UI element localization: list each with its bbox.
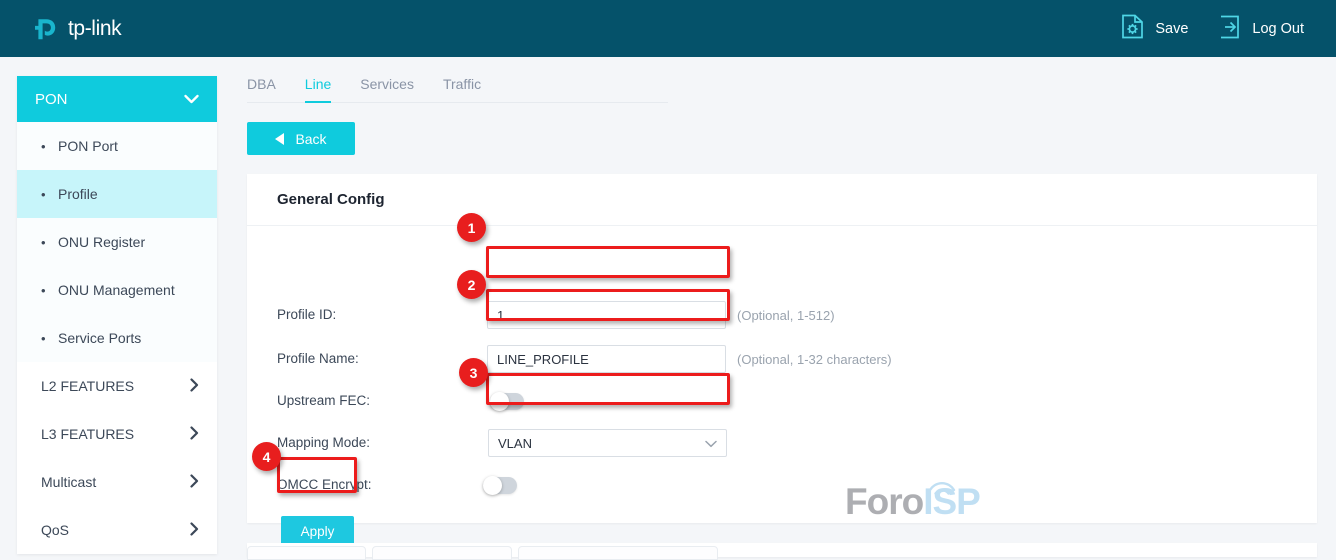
- save-document-gear-icon: [1121, 14, 1144, 43]
- sidebar-group-label: L3 FEATURES: [41, 426, 134, 442]
- general-config-card: General Config Profile ID: (Optional, 1-…: [247, 174, 1317, 523]
- field-row-profile-name: Profile Name: (Optional, 1-32 characters…: [247, 346, 1317, 372]
- config-form: Profile ID: (Optional, 1-512) Profile Na…: [247, 226, 1317, 523]
- profile-id-hint: (Optional, 1-512): [737, 302, 835, 330]
- sidebar-group-qos[interactable]: QoS: [17, 506, 217, 554]
- bullet-icon: •: [41, 140, 51, 153]
- bottom-chip-3[interactable]: [518, 546, 718, 560]
- sidebar-group-label: L2 FEATURES: [41, 378, 134, 394]
- chevron-right-icon: [190, 522, 199, 539]
- chevron-right-icon: [190, 378, 199, 395]
- chevron-right-icon: [190, 426, 199, 443]
- sidebar-item-service-ports[interactable]: • Service Ports: [17, 314, 217, 362]
- toggle-knob-icon: [483, 476, 502, 495]
- sidebar-item-label: PON Port: [58, 138, 118, 154]
- sidebar-item-label: ONU Register: [58, 234, 145, 250]
- upstream-fec-toggle[interactable]: [490, 393, 524, 410]
- sidebar-item-label: Service Ports: [58, 330, 141, 346]
- sidebar-item-onu-management[interactable]: • ONU Management: [17, 266, 217, 314]
- back-button[interactable]: Back: [247, 122, 355, 155]
- field-row-upstream-fec: Upstream FEC:: [247, 388, 1317, 414]
- sidebar-section-pon[interactable]: PON: [17, 76, 217, 122]
- apply-button[interactable]: Apply: [281, 516, 354, 546]
- tplink-logo-icon: [33, 15, 61, 43]
- logout-button[interactable]: Log Out: [1218, 15, 1304, 43]
- main-content: DBA Line Services Traffic Back General C…: [247, 70, 1319, 523]
- tab-dba[interactable]: DBA: [247, 76, 276, 103]
- back-label: Back: [295, 131, 326, 147]
- field-row-omcc-encrypt: OMCC Encrypt:: [247, 472, 1317, 498]
- triangle-left-icon: [275, 133, 284, 145]
- sidebar-item-label: Profile: [58, 186, 98, 202]
- bullet-icon: •: [41, 236, 51, 249]
- annotation-badge-4: 4: [252, 442, 281, 471]
- profile-name-input[interactable]: [487, 345, 726, 373]
- sidebar-group-label: QoS: [41, 522, 69, 538]
- sidebar-item-profile[interactable]: • Profile: [17, 170, 217, 218]
- bottom-chip-2[interactable]: [372, 546, 512, 560]
- tab-bar: DBA Line Services Traffic: [247, 70, 668, 103]
- field-row-profile-id: Profile ID: (Optional, 1-512): [247, 302, 1317, 328]
- sidebar-group-multicast[interactable]: Multicast: [17, 458, 217, 506]
- toggle-knob-icon: [490, 392, 509, 411]
- sidebar-group-l2-features[interactable]: L2 FEATURES: [17, 362, 217, 410]
- profile-name-label: Profile Name:: [277, 346, 359, 372]
- annotation-badge-2: 2: [457, 270, 486, 299]
- tab-traffic[interactable]: Traffic: [443, 76, 481, 103]
- upstream-fec-label: Upstream FEC:: [277, 388, 370, 414]
- tab-services[interactable]: Services: [360, 76, 414, 103]
- brand-name: tp-link: [68, 17, 121, 41]
- secondary-card-partial: [247, 543, 1317, 557]
- sidebar-section-label: PON: [35, 91, 68, 108]
- brand-logo[interactable]: tp-link: [33, 15, 121, 43]
- logout-label: Log Out: [1252, 21, 1304, 37]
- profile-name-hint: (Optional, 1-32 characters): [737, 346, 892, 374]
- top-header-bar: tp-link: [0, 0, 1336, 57]
- bullet-icon: •: [41, 188, 51, 201]
- omcc-encrypt-label: OMCC Encrypt:: [277, 472, 372, 498]
- omcc-encrypt-toggle[interactable]: [483, 477, 517, 494]
- save-label: Save: [1155, 21, 1188, 37]
- mapping-mode-label: Mapping Mode:: [277, 430, 370, 456]
- mapping-mode-select[interactable]: VLAN: [488, 429, 727, 457]
- profile-id-input[interactable]: [487, 301, 726, 329]
- chevron-down-icon: [184, 91, 199, 108]
- profile-id-label: Profile ID:: [277, 302, 336, 328]
- annotation-badge-1: 1: [457, 213, 486, 242]
- sidebar-group-label: Multicast: [41, 474, 96, 490]
- save-button[interactable]: Save: [1121, 14, 1188, 43]
- sidebar-item-pon-port[interactable]: • PON Port: [17, 122, 217, 170]
- sidebar-navigation: PON • PON Port • Profile • ONU Register …: [17, 76, 217, 554]
- chevron-down-icon: [705, 436, 717, 451]
- tab-line[interactable]: Line: [305, 76, 331, 103]
- logout-arrow-icon: [1218, 15, 1241, 43]
- bullet-icon: •: [41, 332, 51, 345]
- bullet-icon: •: [41, 284, 51, 297]
- mapping-mode-value: VLAN: [498, 436, 532, 451]
- field-row-mapping-mode: Mapping Mode: VLAN: [247, 430, 1317, 456]
- chevron-right-icon: [190, 474, 199, 491]
- sidebar-item-label: ONU Management: [58, 282, 175, 298]
- annotation-badge-3: 3: [459, 358, 488, 387]
- sidebar-item-onu-register[interactable]: • ONU Register: [17, 218, 217, 266]
- bottom-chip-1[interactable]: [247, 546, 366, 560]
- card-title: General Config: [247, 174, 1317, 226]
- sidebar-group-l3-features[interactable]: L3 FEATURES: [17, 410, 217, 458]
